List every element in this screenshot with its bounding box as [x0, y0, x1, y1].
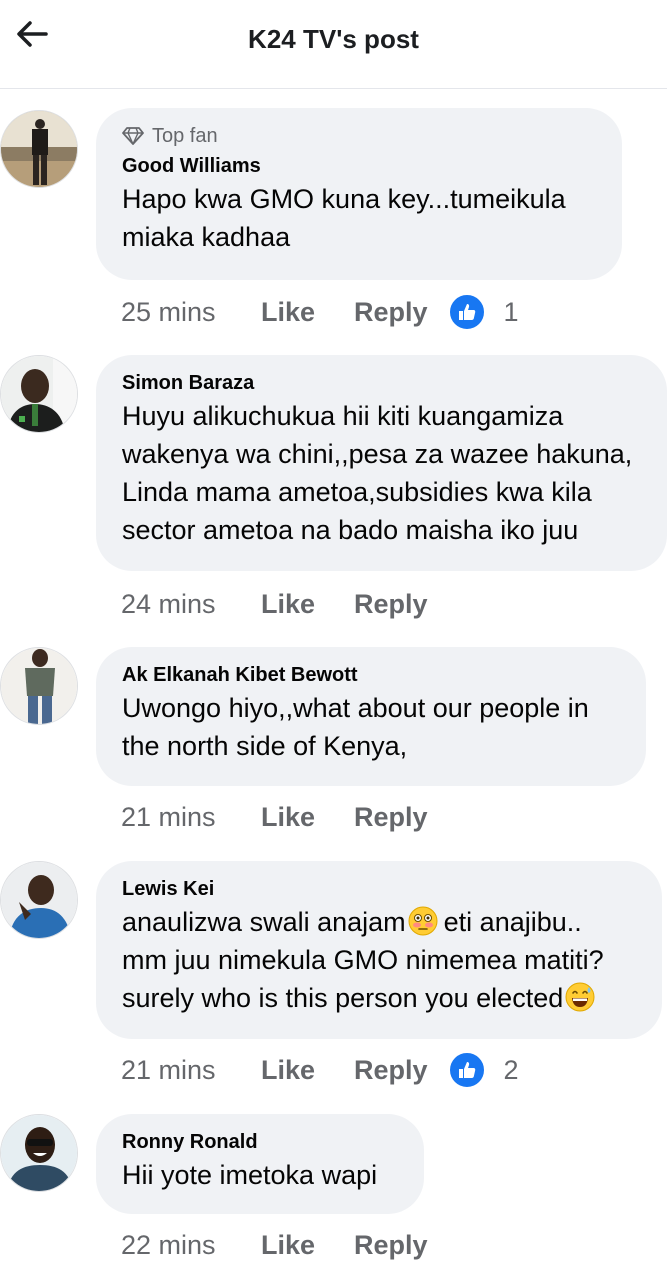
comment-actions: 24 mins Like Reply	[121, 584, 428, 624]
comment-time[interactable]: 24 mins	[121, 589, 261, 620]
comment-text-line: the north side of Kenya,	[122, 731, 408, 761]
grinning-sweat-emoji	[565, 982, 595, 1012]
comment-text-line: miaka kadhaa	[122, 222, 291, 252]
comment-text-line: anaulizwa swali anajam eti anajibu..	[122, 903, 636, 941]
top-fan-label: Top fan	[152, 124, 218, 147]
avatar[interactable]	[0, 355, 78, 433]
comment-time[interactable]: 25 mins	[121, 297, 261, 328]
comment-text-fragment: eti anajibu..	[443, 907, 582, 937]
like-button[interactable]: Like	[261, 1055, 354, 1086]
avatar[interactable]	[0, 861, 78, 939]
comment-text-line: Uwongo hiyo,,what about our people in	[122, 693, 589, 723]
reply-button[interactable]: Reply	[354, 802, 428, 833]
comment-text-line: surely who is this person you elected	[122, 979, 636, 1017]
comment-bubble[interactable]: Simon Baraza Huyu alikuchukua hii kiti k…	[96, 355, 667, 571]
comment-text-fragment: anaulizwa swali anajam	[122, 907, 406, 937]
comment-text-line: Linda mama ametoa,subsidies kwa kila	[122, 477, 592, 507]
comment-text-line: wakenya wa chini,,pesa za wazee hakuna,	[122, 439, 633, 469]
reaction-count: 2	[503, 1054, 519, 1085]
comment-text-line: mm juu nimekula GMO nimemea matiti?	[122, 945, 604, 975]
comment-bubble[interactable]: Top fan Good Williams Hapo kwa GMO kuna …	[96, 108, 622, 280]
like-button[interactable]: Like	[261, 802, 354, 833]
post-header: K24 TV's post	[0, 0, 667, 89]
page-title: K24 TV's post	[248, 24, 419, 54]
comment-author[interactable]: Ak Elkanah Kibet Bewott	[122, 661, 620, 689]
avatar[interactable]	[0, 647, 78, 725]
reply-button[interactable]: Reply	[354, 1055, 428, 1086]
comment-time[interactable]: 21 mins	[121, 802, 261, 833]
comment-author[interactable]: Simon Baraza	[122, 369, 641, 397]
comment-text-line: sector ametoa na bado maisha iko juu	[122, 515, 579, 545]
like-button[interactable]: Like	[261, 1230, 354, 1261]
reply-button[interactable]: Reply	[354, 297, 428, 328]
thumbs-up-icon	[447, 1051, 486, 1089]
reaction-summary[interactable]: 2	[447, 1051, 519, 1089]
reaction-count: 1	[503, 296, 519, 327]
comment-bubble[interactable]: Lewis Kei anaulizwa swali anajam eti anaj…	[96, 861, 662, 1039]
like-button[interactable]: Like	[261, 589, 354, 620]
comment-time[interactable]: 22 mins	[121, 1230, 261, 1261]
comment-author[interactable]: Lewis Kei	[122, 875, 636, 903]
comment-text-line: Hapo kwa GMO kuna key...tumeikula	[122, 184, 566, 214]
comment-bubble[interactable]: Ronny Ronald Hii yote imetoka wapi	[96, 1114, 424, 1214]
avatar[interactable]	[0, 110, 78, 188]
like-button[interactable]: Like	[261, 297, 354, 328]
flushed-face-emoji	[408, 906, 438, 936]
comment-text-line: Huyu alikuchukua hii kiti kuangamiza	[122, 401, 564, 431]
comment-actions: 21 mins Like Reply	[121, 797, 428, 837]
comment-text-fragment: surely who is this person you elected	[122, 983, 564, 1013]
reaction-summary[interactable]: 1	[447, 293, 519, 331]
reply-button[interactable]: Reply	[354, 589, 428, 620]
comment-actions: 21 mins Like Reply 2	[121, 1050, 519, 1090]
comment-actions: 22 mins Like Reply	[121, 1225, 428, 1265]
thumbs-up-icon	[447, 293, 486, 331]
comment-author[interactable]: Ronny Ronald	[122, 1128, 398, 1156]
diamond-icon	[122, 127, 144, 145]
comment-actions: 25 mins Like Reply 1	[121, 292, 519, 332]
avatar[interactable]	[0, 1114, 78, 1192]
comment-text-line: Hii yote imetoka wapi	[122, 1160, 378, 1190]
top-fan-badge: Top fan	[122, 122, 596, 150]
comment-author[interactable]: Good Williams	[122, 152, 596, 180]
comment-bubble[interactable]: Ak Elkanah Kibet Bewott Uwongo hiyo,,wha…	[96, 647, 646, 786]
comment-time[interactable]: 21 mins	[121, 1055, 261, 1086]
reply-button[interactable]: Reply	[354, 1230, 428, 1261]
